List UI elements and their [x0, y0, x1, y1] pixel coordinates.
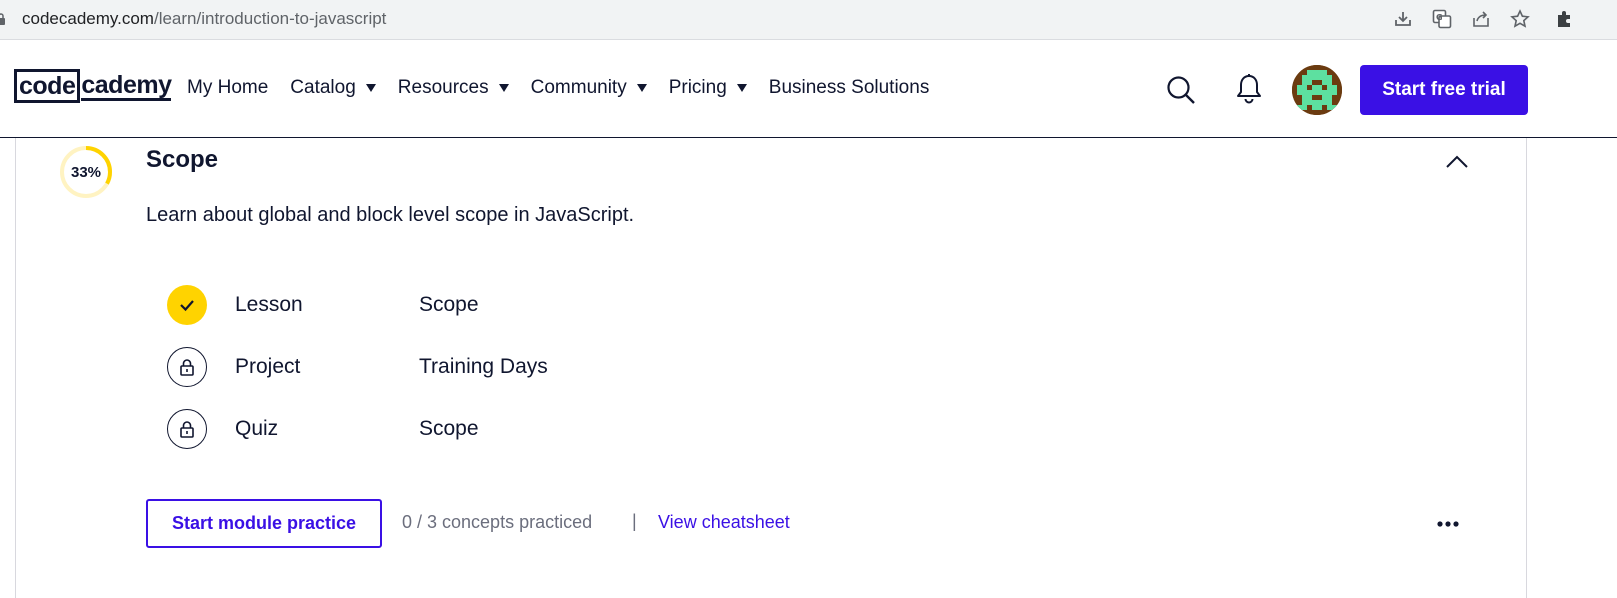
module-item-lesson[interactable]: Lesson Scope: [167, 285, 479, 325]
main-nav: My Home Catalog Resources Community Pric…: [187, 40, 951, 136]
caret-down-icon: [736, 84, 747, 92]
nav-catalog[interactable]: Catalog: [290, 77, 376, 99]
chevron-up-icon[interactable]: [1444, 152, 1470, 172]
nav-pricing[interactable]: Pricing: [669, 77, 747, 99]
logo-cademy: cademy: [81, 70, 172, 101]
nav-resources[interactable]: Resources: [398, 77, 509, 99]
lock-icon: [167, 409, 207, 449]
nav-label: Community: [530, 77, 627, 98]
item-name: Scope: [419, 417, 479, 440]
more-options-icon[interactable]: [1434, 514, 1462, 534]
url-path: /learn/introduction-to-javascript: [153, 9, 387, 28]
module-title: Scope: [146, 146, 219, 173]
separator: |: [632, 511, 637, 531]
bookmark-star-icon[interactable]: [1509, 8, 1531, 30]
codecademy-logo[interactable]: code cademy: [14, 68, 172, 104]
nav-label: Resources: [397, 77, 489, 98]
item-type: Quiz: [235, 417, 279, 440]
nav-my-home[interactable]: My Home: [187, 77, 268, 99]
nav-label: Business Solutions: [768, 77, 930, 98]
start-free-trial-button[interactable]: Start free trial: [1360, 65, 1528, 115]
caret-down-icon: [365, 84, 376, 92]
url-text[interactable]: codecademy.com/learn/introduction-to-jav…: [22, 9, 386, 29]
start-module-practice-button[interactable]: Start module practice: [146, 499, 382, 548]
concepts-practiced-text: 0 / 3 concepts practiced: [402, 512, 593, 532]
item-type: Lesson: [235, 293, 303, 316]
extensions-icon[interactable]: [1553, 8, 1575, 30]
nav-label: My Home: [187, 77, 269, 98]
site-header: code cademy My Home Catalog Resources Com…: [0, 40, 1617, 138]
nav-business-solutions[interactable]: Business Solutions: [769, 77, 930, 99]
view-cheatsheet-link[interactable]: View cheatsheet: [658, 512, 790, 533]
module-description: Learn about global and block level scope…: [146, 204, 635, 226]
download-icon[interactable]: [1392, 8, 1414, 30]
progress-percent: 33%: [70, 163, 102, 181]
caret-down-icon: [498, 84, 509, 92]
share-icon[interactable]: [1470, 8, 1492, 30]
logo-code: code: [14, 69, 81, 103]
translate-icon[interactable]: G: [1431, 8, 1453, 30]
notification-bell-icon[interactable]: [1234, 72, 1264, 106]
module-progress-ring: 33%: [58, 144, 114, 200]
caret-down-icon: [636, 84, 647, 92]
check-icon: [167, 285, 207, 325]
module-item-quiz[interactable]: Quiz Scope: [167, 409, 479, 449]
item-type: Project: [235, 355, 301, 378]
svg-text:G: G: [1436, 13, 1443, 22]
url-domain: codecademy.com: [22, 9, 154, 28]
search-icon[interactable]: [1164, 73, 1198, 107]
nav-label: Catalog: [290, 77, 356, 98]
lock-icon: [0, 13, 5, 25]
nav-label: Pricing: [668, 77, 727, 98]
item-name: Training Days: [419, 355, 548, 378]
browser-url-bar[interactable]: codecademy.com/learn/introduction-to-jav…: [0, 0, 1617, 40]
avatar[interactable]: [1292, 65, 1342, 115]
item-name: Scope: [419, 293, 479, 316]
module-item-project[interactable]: Project Training Days: [167, 347, 548, 387]
nav-community[interactable]: Community: [531, 77, 647, 99]
lock-icon: [167, 347, 207, 387]
